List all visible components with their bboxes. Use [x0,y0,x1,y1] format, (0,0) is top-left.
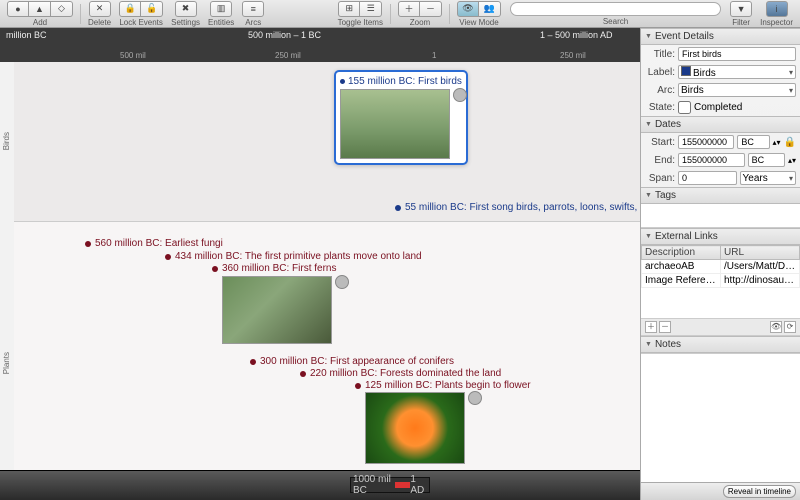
thumb-ferns [222,276,332,344]
section-notes[interactable]: Notes [641,336,800,353]
lock-icon[interactable]: 🔒 [784,137,796,148]
section-tags[interactable]: Tags [641,187,800,204]
attachment-badge-icon [453,88,467,102]
arc-label-birds: Birds [2,132,11,150]
arc-label-plants: Plants [2,352,11,374]
arcs-button[interactable]: ≡ [242,1,264,17]
tags-area[interactable] [641,204,800,228]
event-songbirds[interactable]: 55 million BC: First song birds, parrots… [395,202,640,213]
search-group: Search [510,2,721,26]
thumb-flower [365,392,465,464]
toggle-a-button[interactable]: ⊞ [338,1,360,17]
add-group: ● ▲ ◇ Add [4,1,76,27]
entities-button[interactable]: ▥ [210,1,232,17]
timeline-canvas[interactable]: Birds Plants 155 million BC: First birds… [0,62,640,470]
delete-button[interactable]: ✕ [89,1,111,17]
unlock-button[interactable]: 🔓 [141,1,163,17]
settings-button[interactable]: ✖ [175,1,197,17]
search-input[interactable] [510,2,721,16]
span-input[interactable]: 0 [678,171,737,185]
stepper-icon[interactable]: ▴▾ [788,156,796,165]
section-dates[interactable]: Dates [641,116,800,133]
view-mode-a-button[interactable]: 👁 [457,1,479,17]
title-input[interactable]: First birds [678,47,796,61]
start-input[interactable]: 155000000 [678,135,734,149]
start-era[interactable]: BC [737,135,769,149]
event-ferns[interactable]: 360 million BC: First ferns [212,263,336,274]
time-ruler[interactable]: million BC 500 million – 1 BC 1 – 500 mi… [0,28,640,62]
notes-area[interactable] [641,353,800,482]
event-flower[interactable]: 125 million BC: Plants begin to flower [355,380,531,391]
add-link-btn[interactable]: ＋ [645,321,657,333]
view-icon[interactable]: 👁 [770,321,782,333]
view-mode-b-button[interactable]: 👥 [479,1,501,17]
add-person-button[interactable]: ▲ [29,1,51,17]
add-label: Add [33,18,47,27]
add-link-button[interactable]: ◇ [51,1,73,17]
end-era[interactable]: BC [748,153,785,167]
overview-bar[interactable]: 1000 mil BC1 AD [0,470,640,500]
span-unit-select[interactable]: Years [740,171,797,185]
reveal-button[interactable]: Reveal in timeline [723,485,796,498]
section-event-details[interactable]: Event Details [641,28,800,45]
zoom-in-button[interactable]: ＋ [398,1,420,17]
lock-button[interactable]: 🔒 [119,1,141,17]
event-plants-land[interactable]: 434 million BC: The first primitive plan… [165,251,422,262]
table-row[interactable]: Image Referencehttp://dinosaurs.… [642,274,800,288]
section-links[interactable]: External Links [641,228,800,245]
event-fungi[interactable]: 560 million BC: Earliest fungi [85,238,223,249]
attachment-badge-icon [335,275,349,289]
add-event-button[interactable]: ● [7,1,29,17]
toggle-b-button[interactable]: ☰ [360,1,382,17]
links-table: DescriptionURL archaeoAB/Users/Matt/Doc…… [641,245,800,288]
event-forests[interactable]: 220 million BC: Forests dominated the la… [300,368,501,379]
stepper-icon[interactable]: ▴▾ [773,138,781,147]
remove-link-btn[interactable]: － [659,321,671,333]
filter-button[interactable]: ▼ [730,1,752,17]
label-select[interactable]: Birds [678,65,796,79]
table-row[interactable]: archaeoAB/Users/Matt/Doc… [642,260,800,274]
links-toolbar: ＋ － 👁 ⟳ [641,318,800,336]
end-input[interactable]: 155000000 [678,153,745,167]
inspector-button[interactable]: i [766,1,788,17]
inspector-panel: Event Details Title:First birds Label:Bi… [640,28,800,500]
attachment-badge-icon [468,391,482,405]
toolbar: ● ▲ ◇ Add ✕Delete 🔒🔓Lock Events ✖Setting… [0,0,800,28]
action-icon[interactable]: ⟳ [784,321,796,333]
thumb-first-birds [340,89,450,159]
event-card-first-birds[interactable]: 155 million BC: First birds [334,70,468,165]
completed-checkbox[interactable] [678,101,691,114]
arc-select[interactable]: Birds [678,83,796,97]
zoom-out-button[interactable]: － [420,1,442,17]
event-conifers[interactable]: 300 million BC: First appearance of coni… [250,356,454,367]
